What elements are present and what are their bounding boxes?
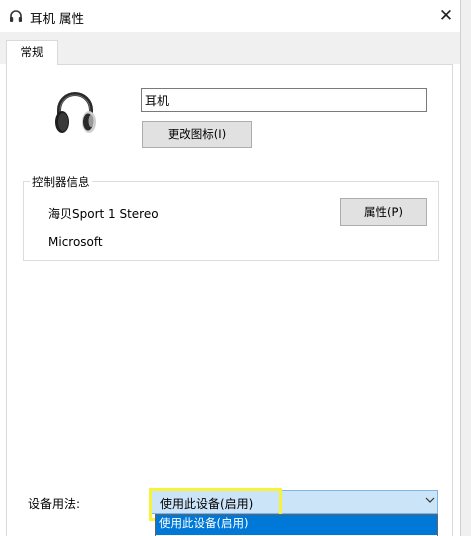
close-button[interactable]: ✕ (432, 3, 460, 29)
properties-button[interactable]: 属性(P) (340, 198, 427, 226)
device-name-field[interactable] (141, 88, 427, 112)
tab-strip (0, 32, 460, 64)
controller-name: 海贝Sport 1 Stereo (48, 207, 159, 221)
background-window-edge (460, 0, 471, 536)
device-usage-value: 使用此设备(启用) (160, 497, 254, 511)
controller-manufacturer: Microsoft (48, 235, 103, 249)
controller-info-legend: 控制器信息 (30, 174, 92, 190)
change-icon-button[interactable]: 更改图标(I) (142, 121, 252, 148)
chevron-down-icon[interactable] (424, 493, 436, 507)
headphone-icon (55, 92, 96, 133)
dropdown-option[interactable]: 使用此设备(启用) (156, 515, 437, 535)
tab-general[interactable]: 常规 (6, 40, 58, 65)
headphone-icon (10, 10, 22, 22)
close-icon: ✕ (438, 6, 454, 26)
window-title: 耳机 属性 (30, 11, 84, 26)
device-usage-dropdown-list: 使用此设备(启用) (155, 514, 438, 536)
device-usage-label: 设备用法: (28, 497, 81, 511)
